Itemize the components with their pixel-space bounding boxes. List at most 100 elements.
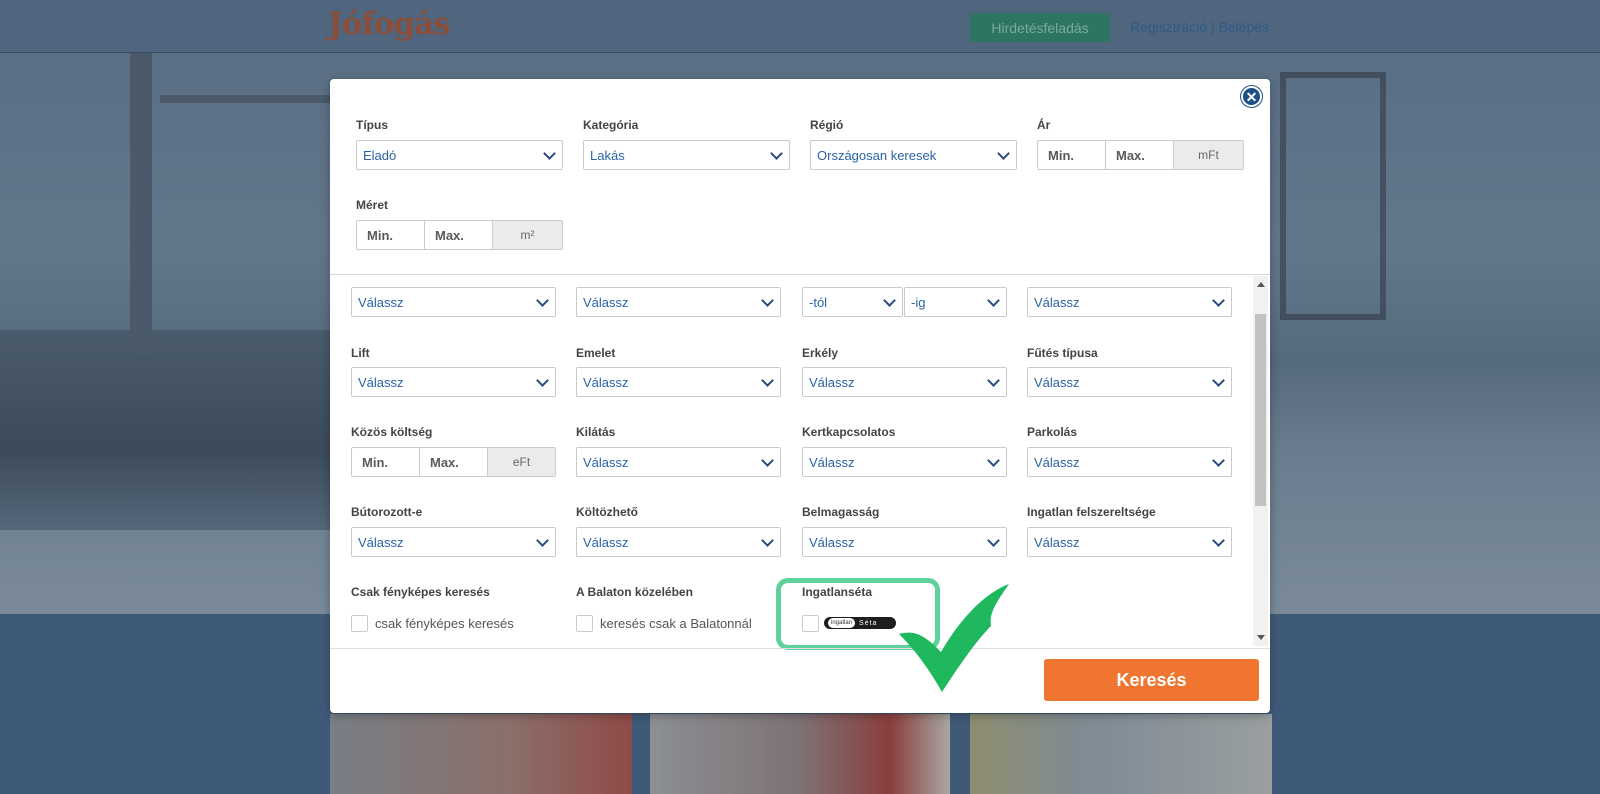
scroll-down-icon[interactable] bbox=[1257, 635, 1265, 640]
listing-thumbnail[interactable] bbox=[970, 714, 1272, 794]
background-window-frame bbox=[130, 53, 152, 353]
scrollbar-thumb[interactable] bbox=[1255, 314, 1266, 506]
chevron-down-icon bbox=[761, 534, 774, 547]
belmag-select[interactable]: Válassz bbox=[802, 527, 1007, 557]
regio-value: Országosan keresek bbox=[817, 147, 937, 163]
footer-divider bbox=[330, 648, 1270, 649]
common-cost-range: Min. Max. eFt bbox=[351, 447, 556, 477]
checkmark-icon bbox=[899, 584, 1009, 692]
range-to-select[interactable]: -ig bbox=[904, 287, 1007, 317]
chevron-down-icon bbox=[883, 294, 896, 307]
filter-select[interactable]: Válassz bbox=[576, 287, 781, 317]
chevron-down-icon bbox=[761, 294, 774, 307]
chevron-down-icon bbox=[770, 147, 783, 160]
regio-select[interactable]: Országosan keresek bbox=[810, 140, 1017, 170]
balaton-checkbox-label[interactable]: keresés csak a Balatonnál bbox=[600, 616, 752, 631]
chevron-down-icon bbox=[987, 454, 1000, 467]
parkolas-label: Parkolás bbox=[1027, 425, 1078, 439]
search-button[interactable]: Keresés bbox=[1044, 659, 1259, 701]
emelet-select[interactable]: Válassz bbox=[576, 367, 781, 397]
size-max-input[interactable]: Max. bbox=[425, 221, 493, 249]
size-range: Min. Max. m² bbox=[356, 220, 563, 250]
chevron-down-icon bbox=[1212, 374, 1225, 387]
lift-value: Válassz bbox=[358, 374, 404, 390]
chevron-down-icon bbox=[987, 534, 1000, 547]
balaton-label: A Balaton közelében bbox=[576, 585, 693, 599]
size-unit: m² bbox=[493, 221, 562, 249]
kert-value: Válassz bbox=[809, 454, 855, 470]
kert-label: Kertkapcsolatos bbox=[802, 425, 896, 439]
filter-value: Válassz bbox=[1034, 294, 1080, 310]
price-max-input[interactable]: Max. bbox=[1106, 141, 1174, 169]
chevron-down-icon bbox=[536, 374, 549, 387]
chevron-down-icon bbox=[1212, 534, 1225, 547]
common-cost-unit: eFt bbox=[488, 448, 555, 476]
kilatas-label: Kilátás bbox=[576, 425, 616, 439]
scroll-up-icon[interactable] bbox=[1257, 282, 1265, 287]
listing-thumbnail[interactable] bbox=[650, 714, 950, 794]
common-cost-min-input[interactable]: Min. bbox=[352, 448, 420, 476]
filter-value: Válassz bbox=[358, 294, 404, 310]
regio-label: Régió bbox=[810, 118, 844, 132]
lift-select[interactable]: Válassz bbox=[351, 367, 556, 397]
koltoz-value: Válassz bbox=[583, 534, 629, 550]
butor-value: Válassz bbox=[358, 534, 404, 550]
kategoria-value: Lakás bbox=[590, 147, 625, 163]
photo-only-checkbox[interactable] bbox=[351, 615, 368, 632]
tipus-value: Eladó bbox=[363, 147, 397, 163]
register-link[interactable]: Regisztráció bbox=[1130, 19, 1207, 35]
ar-label: Ár bbox=[1037, 118, 1051, 132]
chevron-down-icon bbox=[761, 374, 774, 387]
listing-thumbnail[interactable] bbox=[330, 714, 632, 794]
tipus-select[interactable]: Eladó bbox=[356, 140, 563, 170]
tipus-label: Típus bbox=[356, 118, 388, 132]
post-ad-button[interactable]: Hirdetésfeladás bbox=[970, 13, 1110, 42]
kategoria-label: Kategória bbox=[583, 118, 639, 132]
erkely-label: Erkély bbox=[802, 346, 839, 360]
chevron-down-icon bbox=[1212, 294, 1225, 307]
top-bar: Jófogás Hirdetésfeladás Regisztráció | B… bbox=[0, 0, 1600, 53]
close-icon[interactable]: ✕ bbox=[1241, 86, 1262, 107]
range-from-value: -tól bbox=[809, 294, 828, 310]
photo-only-checkbox-label[interactable]: csak fényképes keresés bbox=[375, 616, 514, 631]
price-min-input[interactable]: Min. bbox=[1038, 141, 1106, 169]
parkolas-value: Válassz bbox=[1034, 454, 1080, 470]
section-divider bbox=[330, 274, 1270, 275]
range-to-value: -ig bbox=[911, 294, 926, 310]
common-cost-max-input[interactable]: Max. bbox=[420, 448, 488, 476]
size-min-input[interactable]: Min. bbox=[357, 221, 425, 249]
range-from-select[interactable]: -tól bbox=[802, 287, 903, 317]
filter-select[interactable]: Válassz bbox=[351, 287, 556, 317]
auth-separator: | bbox=[1207, 19, 1219, 35]
kert-select[interactable]: Válassz bbox=[802, 447, 1007, 477]
site-logo[interactable]: Jófogás bbox=[328, 6, 451, 42]
balaton-checkbox[interactable] bbox=[576, 615, 593, 632]
futes-select[interactable]: Válassz bbox=[1027, 367, 1232, 397]
chevron-down-icon bbox=[543, 147, 556, 160]
futes-label: Fűtés típusa bbox=[1027, 346, 1098, 360]
kilatas-value: Válassz bbox=[583, 454, 629, 470]
scrollbar[interactable] bbox=[1253, 276, 1268, 646]
parkolas-select[interactable]: Válassz bbox=[1027, 447, 1232, 477]
erkely-select[interactable]: Válassz bbox=[802, 367, 1007, 397]
erkely-value: Válassz bbox=[809, 374, 855, 390]
background-city-view bbox=[0, 330, 330, 530]
chevron-down-icon bbox=[761, 454, 774, 467]
chevron-down-icon bbox=[987, 294, 1000, 307]
chevron-down-icon bbox=[536, 294, 549, 307]
lift-label: Lift bbox=[351, 346, 370, 360]
login-link[interactable]: Belépés bbox=[1218, 19, 1269, 35]
price-unit: mFt bbox=[1174, 141, 1243, 169]
butor-select[interactable]: Válassz bbox=[351, 527, 556, 557]
background-window-bar bbox=[160, 95, 330, 103]
chevron-down-icon bbox=[987, 374, 1000, 387]
kilatas-select[interactable]: Válassz bbox=[576, 447, 781, 477]
price-range: Min. Max. mFt bbox=[1037, 140, 1244, 170]
butor-label: Bútorozott-e bbox=[351, 505, 423, 519]
felszer-value: Válassz bbox=[1034, 534, 1080, 550]
kategoria-select[interactable]: Lakás bbox=[583, 140, 790, 170]
filter-select[interactable]: Válassz bbox=[1027, 287, 1232, 317]
felszer-select[interactable]: Válassz bbox=[1027, 527, 1232, 557]
foto-label: Csak fényképes keresés bbox=[351, 585, 490, 599]
koltoz-select[interactable]: Válassz bbox=[576, 527, 781, 557]
